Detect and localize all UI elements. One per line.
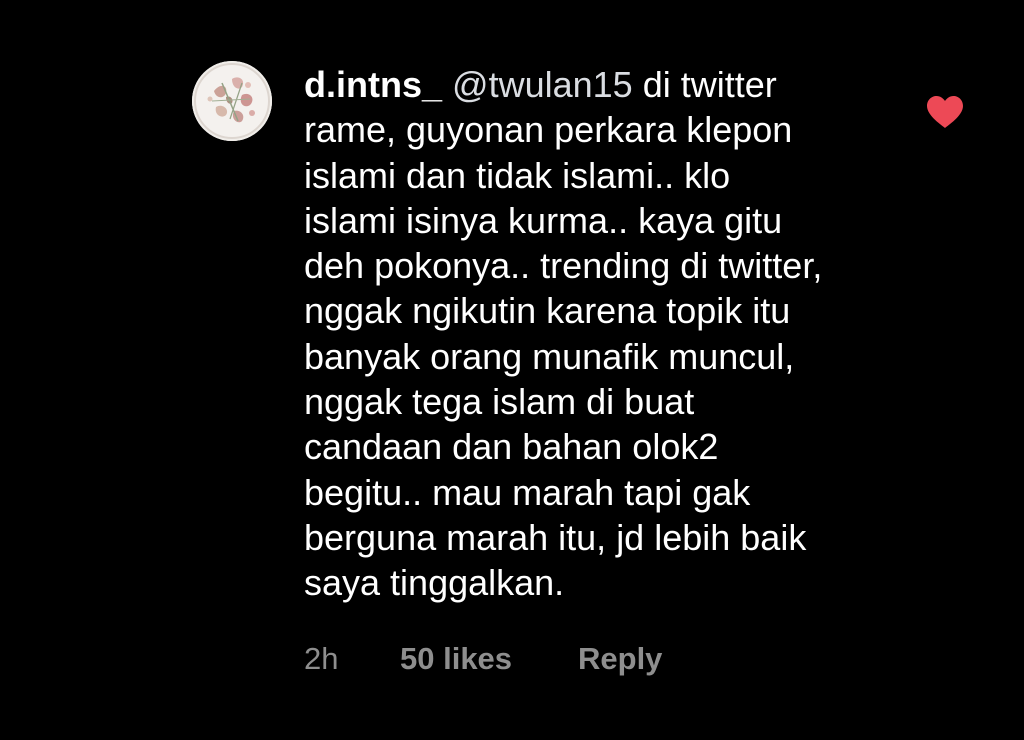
- like-button[interactable]: [925, 95, 965, 129]
- mention-link[interactable]: @twulan15: [452, 64, 633, 105]
- comment-line: d.intns_ @twulan15 di twitter: [304, 62, 904, 107]
- avatar[interactable]: [192, 61, 272, 141]
- heart-filled-icon: [927, 96, 963, 128]
- reply-button[interactable]: Reply: [578, 637, 662, 681]
- comment-line: deh pokonya.. trending di twitter,: [304, 245, 823, 287]
- comment-line: nggak tega islam di buat: [304, 381, 695, 423]
- comment-line: rame, guyonan perkara klepon: [304, 109, 793, 151]
- comment-line: islami dan tidak islami.. klo: [304, 154, 731, 196]
- avatar-image: [192, 61, 272, 141]
- likes-count[interactable]: 50 likes: [400, 637, 512, 681]
- comment-line: islami isinya kurma.. kaya gitu: [304, 199, 783, 241]
- comment-line: berguna marah itu, jd lebih baik: [304, 516, 807, 558]
- comment-text-first: di twitter: [642, 64, 777, 105]
- username[interactable]: d.intns_: [304, 64, 442, 105]
- screen: d.intns_ @twulan15 di twitter rame, guyo…: [0, 0, 1024, 740]
- comment-line: candaan dan bahan olok2: [304, 426, 719, 468]
- timestamp: 2h: [304, 641, 339, 676]
- comment-body: d.intns_ @twulan15 di twitter rame, guyo…: [304, 62, 904, 606]
- comment-line: banyak orang munafik muncul,: [304, 335, 795, 377]
- comment: d.intns_ @twulan15 di twitter rame, guyo…: [0, 0, 1024, 740]
- comment-line: nggak ngikutin karena topik itu: [304, 290, 791, 332]
- comment-line: saya tinggalkan.: [304, 562, 565, 604]
- comment-line: begitu.. mau marah tapi gak: [304, 471, 751, 513]
